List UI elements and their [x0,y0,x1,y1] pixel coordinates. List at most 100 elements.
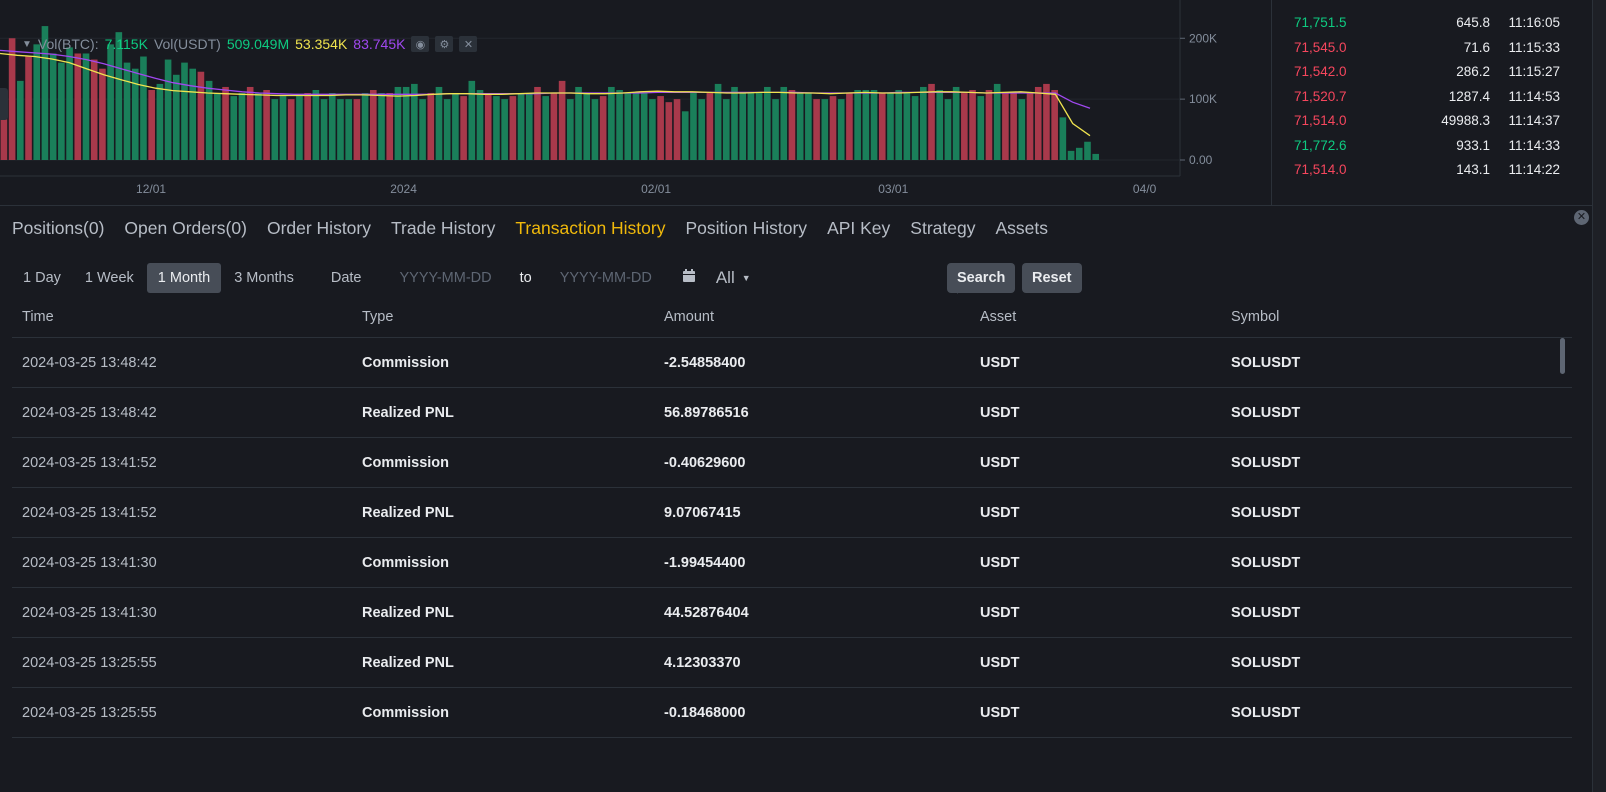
gear-icon[interactable]: ⚙ [435,36,454,52]
end-date-input[interactable]: YYYY-MM-DD [560,270,652,286]
vol-btc-value: 7.115K [104,36,148,52]
volume-bar [985,90,993,160]
volume-bar [17,80,24,160]
tab-assets[interactable]: Assets [995,218,1048,244]
transaction-table: Time Type Amount Asset Symbol 2024-03-25… [12,300,1572,738]
close-panel-icon[interactable]: ✕ [1574,210,1589,225]
volume-bar [542,96,549,160]
volume-bar [263,90,270,160]
volume-bar [681,111,689,160]
volume-bar [419,99,426,160]
volume-bar [123,62,131,160]
search-button[interactable]: Search [947,263,1016,293]
cell-amount: -0.18468000 [664,705,746,721]
cell-symbol: SOLUSDT [1231,405,1301,421]
cell-time: 2024-03-25 13:25:55 [22,655,157,671]
volume-bar [58,62,65,160]
trade-time: 11:15:33 [1508,39,1560,55]
range-button-1-month[interactable]: 1 Month [146,263,222,293]
type-select[interactable]: All ▼ [716,268,751,288]
volume-bar [583,93,591,160]
x-tick-label: 12/01 [136,182,166,196]
volume-bar [640,93,648,160]
ma1-value: 53.354K [295,36,348,52]
volume-bar [911,96,919,160]
x-tick-label: 03/01 [878,182,908,196]
trade-price: 71,520.7 [1294,88,1347,104]
filter-bar: 1 Day 1 Week 1 Month 3 Months Date YYYY-MM-… [12,263,751,293]
volume-bar [386,93,394,160]
x-tick-label: 2024 [390,182,417,196]
calendar-icon[interactable] [682,269,696,287]
volume-bar [739,93,747,160]
tab-strategy[interactable]: Strategy [910,218,975,244]
trade-amount: 1287.4 [1448,88,1490,104]
cell-asset: USDT [980,505,1020,521]
tab-position-history[interactable]: Position History [685,218,807,244]
volume-bar [854,90,861,160]
table-row: 2024-03-25 13:41:52 Commission -0.40629600… [12,438,1572,488]
volume-bar [665,102,673,160]
cell-asset: USDT [980,555,1020,571]
volume-bar [846,93,853,160]
volume-legend: ▼ Vol(BTC): 7.115K Vol(USDT) 509.049M 53… [22,36,478,52]
start-date-input[interactable]: YYYY-MM-DD [400,270,492,286]
top-panel: 200K 100K 0.00 12/01 2024 02/01 03/01 04/0 ▼ V… [0,0,1606,206]
table-row: 2024-03-25 13:48:42 Realized PNL 56.897865… [12,388,1572,438]
tab-trade-history[interactable]: Trade History [391,218,495,244]
table-scrollbar[interactable] [1560,338,1565,374]
volume-bar [172,74,180,160]
volume-bar [649,99,656,160]
range-button-1-day[interactable]: 1 Day [12,263,72,293]
reset-button[interactable]: Reset [1022,263,1082,293]
range-button-1-week[interactable]: 1 Week [74,263,145,293]
tab-transaction-history[interactable]: Transaction History [515,218,665,244]
cell-type: Commission [362,555,450,571]
volume-bar [928,83,935,160]
volume-bar [1043,83,1050,160]
cell-type: Realized PNL [362,405,454,421]
tab-open-orders-0[interactable]: Open Orders(0) [124,218,247,244]
trade-time: 11:14:33 [1508,137,1560,153]
volume-bar [164,59,172,160]
vol-usdt-value: 509.049M [226,36,290,52]
volume-bar [821,99,829,160]
trade-amount: 71.6 [1463,39,1490,55]
collapse-chevron-icon[interactable]: ▼ [22,39,32,50]
eye-icon[interactable]: ◉ [411,36,430,52]
volume-bar [837,99,845,160]
volume-bar [230,96,238,160]
volume-bar [197,71,205,160]
volume-bar [1075,147,1083,160]
cell-amount: -2.54858400 [664,355,746,371]
right-scroll-strip[interactable] [1592,0,1606,792]
volume-bar [977,96,985,160]
trade-amount: 933.1 [1456,137,1490,153]
close-icon[interactable]: ✕ [459,36,478,52]
volume-bar [304,93,311,160]
volume-bar [156,83,164,160]
cell-asset: USDT [980,655,1020,671]
volume-bar [255,93,262,160]
trade-row: 71,751.5 645.8 11:16:05 [1272,11,1606,36]
volume-bar [575,86,582,160]
tab-order-history[interactable]: Order History [267,218,371,244]
tab-positions-0[interactable]: Positions(0) [12,218,104,244]
trade-price: 71,542.0 [1294,64,1347,79]
y-tick-label: 200K [1189,31,1217,45]
volume-bar [525,93,533,160]
cell-amount: 56.89786516 [664,405,749,421]
chart-drag-handle[interactable] [0,88,8,120]
recent-trades: 71,751.5 645.8 11:16:05 71,545.0 71.6 11:15:3… [1272,0,1606,206]
history-tabs: Positions(0) Open Orders(0) Order History T… [12,218,1048,244]
range-button-3-months[interactable]: 3 Months [223,263,305,293]
cell-type: Commission [362,705,450,721]
cell-time: 2024-03-25 13:41:30 [22,605,157,621]
volume-bar [805,93,812,160]
tab-api-key[interactable]: API Key [827,218,890,244]
volume-bar [1018,99,1026,160]
volume-bar [394,86,402,160]
volume-bar [8,38,16,161]
volume-bar [780,86,788,160]
volume-bar [402,86,410,160]
